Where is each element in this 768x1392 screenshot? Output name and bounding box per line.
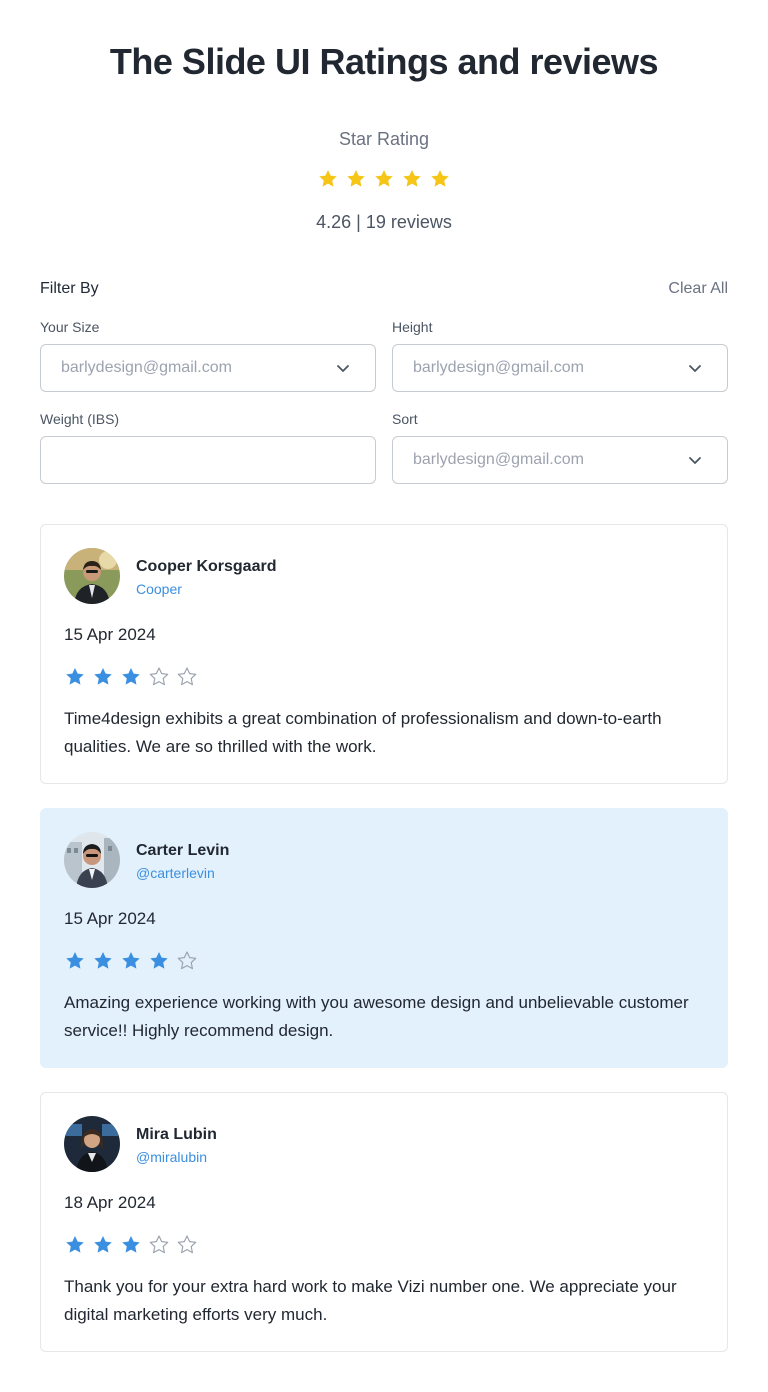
your-size-value: barlydesign@gmail.com: [61, 359, 232, 376]
clear-all-button[interactable]: Clear All: [668, 279, 728, 299]
filter-by-heading: Filter By: [40, 280, 99, 297]
star-filled-icon: [122, 668, 140, 685]
review-text: Amazing experience working with you awes…: [64, 993, 689, 1040]
review-card: Cooper Korsgaard Cooper 15 Apr 2024 Time…: [40, 524, 728, 784]
star-empty-icon: [177, 951, 197, 970]
sort-value: barlydesign@gmail.com: [413, 451, 584, 468]
star-filled-icon: [94, 952, 112, 969]
star-empty-icon: [177, 1235, 197, 1254]
weight-label: Weight (IBS): [40, 411, 120, 427]
height-label: Height: [392, 319, 433, 335]
star-filled-icon: [122, 952, 140, 969]
reviewer-handle[interactable]: @miralubin: [136, 1148, 207, 1166]
reviewer-name: Mira Lubin: [136, 1126, 217, 1143]
weight-input[interactable]: [40, 436, 376, 484]
avatar: [64, 548, 120, 604]
chevron-down-icon: [337, 365, 349, 372]
chevron-down-icon: [689, 457, 701, 464]
star-filled-icon: [66, 1236, 84, 1253]
review-card: Mira Lubin @miralubin 18 Apr 2024 Thank …: [40, 1092, 728, 1352]
star-empty-icon: [149, 667, 169, 686]
sort-label: Sort: [392, 411, 418, 427]
review-date: 18 Apr 2024: [64, 1193, 156, 1212]
review-date: 15 Apr 2024: [64, 909, 156, 928]
review-stars: [64, 666, 198, 688]
reviewer-handle[interactable]: @carterlevin: [136, 864, 215, 882]
review-stars: [64, 1234, 198, 1256]
star-filled-icon: [66, 952, 84, 969]
reviewer-name: Carter Levin: [136, 842, 230, 859]
avatar: [64, 832, 120, 888]
star-filled-icon: [122, 1236, 140, 1253]
sort-select[interactable]: barlydesign@gmail.com: [392, 436, 728, 484]
review-date: 15 Apr 2024: [64, 625, 156, 644]
height-value: barlydesign@gmail.com: [413, 359, 584, 376]
star-filled-icon: [375, 170, 393, 187]
page-title: The Slide UI Ratings and reviews: [109, 41, 659, 82]
star-empty-icon: [149, 1235, 169, 1254]
review-text: Thank you for your extra hard work to ma…: [64, 1277, 677, 1324]
review-card-highlighted: Carter Levin @carterlevin 15 Apr 2024 Am…: [40, 808, 728, 1068]
star-rating-label: Star Rating: [338, 129, 430, 149]
star-filled-icon: [94, 668, 112, 685]
reviewer-handle[interactable]: Cooper: [136, 580, 182, 598]
star-empty-icon: [177, 667, 197, 686]
review-text: Time4design exhibits a great combination…: [64, 709, 662, 756]
star-filled-icon: [319, 170, 337, 187]
reviewer-name: Cooper Korsgaard: [136, 558, 277, 575]
height-select[interactable]: barlydesign@gmail.com: [392, 344, 728, 392]
summary-stars: [0, 168, 768, 190]
avatar: [64, 1116, 120, 1172]
star-filled-icon: [431, 170, 449, 187]
star-filled-icon: [94, 1236, 112, 1253]
star-filled-icon: [403, 170, 421, 187]
star-filled-icon: [150, 952, 168, 969]
your-size-label: Your Size: [40, 319, 100, 335]
star-filled-icon: [66, 668, 84, 685]
rating-summary-text: 4.26 | 19 reviews: [316, 212, 452, 232]
star-filled-icon: [347, 170, 365, 187]
chevron-down-icon: [689, 365, 701, 372]
your-size-select[interactable]: barlydesign@gmail.com: [40, 344, 376, 392]
review-stars: [64, 950, 198, 972]
